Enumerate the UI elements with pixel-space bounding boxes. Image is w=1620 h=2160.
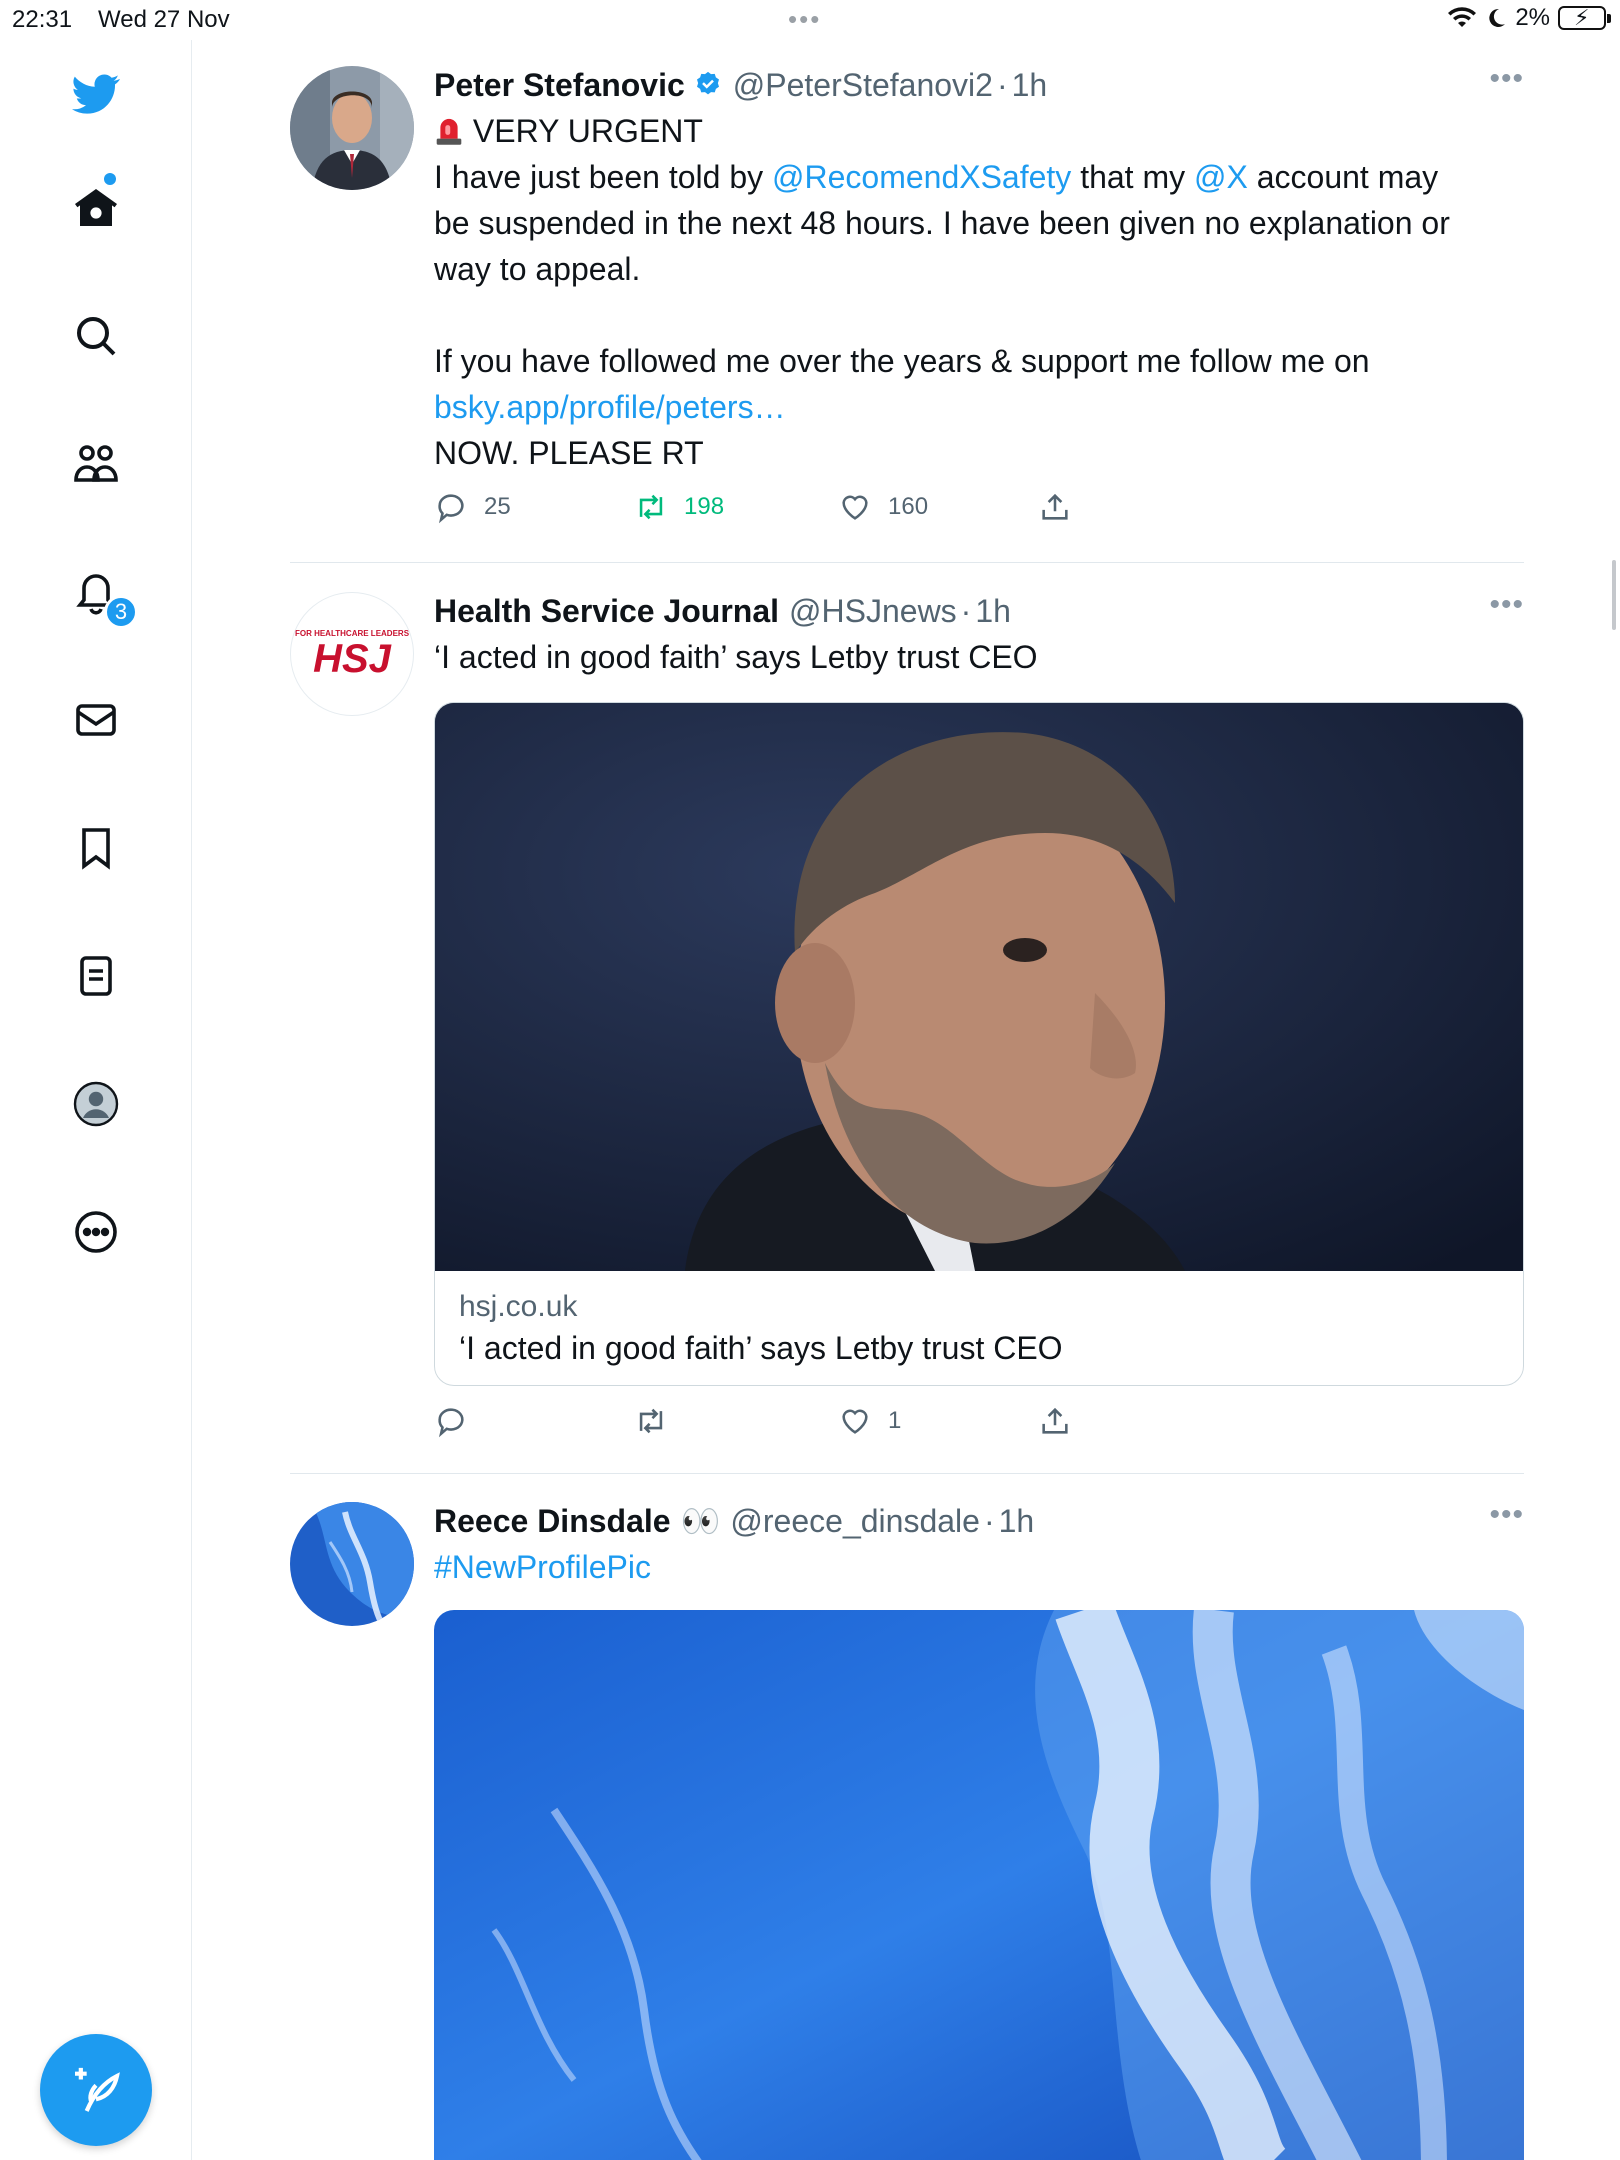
battery-percent: 2% (1515, 4, 1550, 31)
card-title: ‘I acted in good faith’ says Letby trust… (459, 1330, 1063, 1366)
retweet-icon (639, 1408, 663, 1434)
moon-icon (1489, 8, 1506, 27)
tweet-time[interactable]: 1h (1012, 67, 1048, 104)
tweet-line-2-mid: that my (1071, 159, 1194, 195)
search-icon[interactable] (70, 310, 122, 362)
sidebar: 3 (0, 40, 192, 2160)
eyes-emoji: 👀 (680, 1503, 721, 1539)
tweet-text: ‘I acted in good faith’ says Letby trust… (434, 639, 1038, 675)
avatar[interactable] (290, 66, 414, 190)
avatar[interactable]: FOR HEALTHCARE LEADERS HSJ (290, 592, 414, 716)
author-handle[interactable]: @HSJnews (789, 593, 957, 630)
like-button[interactable]: 1 (838, 1404, 901, 1438)
messages-icon[interactable] (70, 694, 122, 746)
tweet-line-4: way to appeal. (434, 251, 641, 287)
divider (290, 562, 1524, 563)
battery-icon: ⚡ (1558, 5, 1611, 30)
author-name[interactable]: Reece Dinsdale (434, 1503, 671, 1540)
reply-button[interactable] (434, 1404, 468, 1438)
like-button[interactable]: 160 (838, 490, 928, 524)
card-meta: hsj.co.uk ‘I acted in good faith’ says L… (435, 1271, 1523, 1385)
author-name[interactable]: Health Service Journal (434, 593, 779, 630)
author-name[interactable]: Peter Stefanovic (434, 67, 685, 104)
card-domain: hsj.co.uk (459, 1290, 578, 1323)
tweet-time[interactable]: 1h (999, 1503, 1035, 1540)
retweet-button[interactable] (634, 1404, 668, 1438)
mention-link[interactable]: @X (1194, 159, 1248, 195)
status-indicators: 2% ⚡ (1447, 4, 1611, 32)
share-button[interactable] (1038, 1404, 1072, 1438)
tweet-time[interactable]: 1h (975, 593, 1011, 630)
retweet-button[interactable]: 198 (634, 490, 724, 524)
share-button[interactable] (1038, 490, 1072, 524)
card-image (435, 703, 1523, 1271)
verified-icon (696, 71, 719, 95)
status-time: 22:31 (12, 6, 73, 33)
avatar[interactable] (290, 1502, 414, 1626)
tweet-header: Peter Stefanovic @PeterStefanovi2 · 1h (434, 66, 1048, 104)
siren-icon (436, 118, 462, 145)
reply-count: 25 (484, 493, 511, 520)
compose-button[interactable] (40, 2034, 152, 2146)
status-date: Wed 27 Nov (98, 6, 230, 33)
twitter-logo-icon[interactable] (70, 68, 122, 120)
scrollbar[interactable] (1612, 560, 1616, 630)
profile-icon[interactable] (70, 1078, 122, 1130)
wifi-icon (1448, 7, 1477, 27)
share-icon (1042, 493, 1068, 520)
lists-icon[interactable] (70, 950, 122, 1002)
external-link[interactable]: bsky.app/profile/peters… (434, 384, 1524, 430)
mention-link[interactable]: @RecomendXSafety (772, 159, 1071, 195)
tweet-reece-dinsdale[interactable]: Reece Dinsdale 👀 @reece_dinsdale · 1h ••… (290, 1498, 1524, 2160)
author-handle[interactable]: @reece_dinsdale (730, 1503, 980, 1540)
tweet-peter-stefanovic[interactable]: Peter Stefanovic @PeterStefanovi2 · 1h •… (290, 62, 1524, 540)
author-handle[interactable]: @PeterStefanovi2 (733, 67, 993, 104)
more-options-icon[interactable]: ••• (1489, 588, 1524, 622)
compose-icon (75, 2067, 120, 2112)
like-count: 1 (888, 1407, 902, 1434)
like-icon (842, 1409, 868, 1434)
tweet-line-5: If you have followed me over the years &… (434, 343, 1370, 379)
bookmarks-icon[interactable] (70, 822, 122, 874)
status-bar: 22:31 Wed 27 Nov ••• 2% ⚡ (0, 0, 1620, 40)
like-icon (842, 495, 868, 520)
hsj-logo: HSJ (313, 637, 391, 681)
retweet-count: 198 (684, 493, 725, 520)
tweet-media-image[interactable] (434, 1610, 1524, 2160)
link-card[interactable]: hsj.co.uk ‘I acted in good faith’ says L… (434, 702, 1524, 1386)
tweet-text: VERY URGENT I have just been told by @Re… (434, 108, 1524, 476)
retweet-icon (639, 494, 663, 520)
tweet-hsj[interactable]: FOR HEALTHCARE LEADERS HSJ Health Servic… (290, 588, 1524, 1468)
tweet-line-1: VERY URGENT (472, 113, 703, 149)
communities-icon[interactable] (70, 438, 122, 490)
tweet-text: #NewProfilePic (434, 1544, 1524, 1590)
divider (290, 1473, 1524, 1474)
tweet-line-2-post: account may (1247, 159, 1439, 195)
tweet-header: Reece Dinsdale 👀 @reece_dinsdale · 1h (434, 1502, 1035, 1540)
tweet-line-2-pre: I have just been told by (434, 159, 772, 195)
tweet-actions: 25 198 160 (434, 490, 1434, 530)
like-count: 160 (888, 493, 929, 520)
notifications-badge: 3 (104, 595, 138, 629)
multitasking-dots-icon[interactable]: ••• (788, 4, 821, 35)
more-options-icon[interactable]: ••• (1489, 1498, 1524, 1532)
more-options-icon[interactable]: ••• (1489, 62, 1524, 96)
tweet-line-3: be suspended in the next 48 hours. I hav… (434, 205, 1450, 241)
home-icon[interactable] (70, 182, 122, 234)
reply-icon (438, 494, 464, 524)
hashtag-link[interactable]: #NewProfilePic (434, 1549, 651, 1585)
tweet-line-6: NOW. PLEASE RT (434, 435, 704, 471)
home-unread-dot (104, 173, 116, 185)
more-icon[interactable] (70, 1206, 122, 1258)
tweet-header: Health Service Journal @HSJnews · 1h (434, 592, 1011, 630)
tweet-actions: 1 (434, 1404, 1434, 1444)
share-icon (1042, 1407, 1068, 1434)
reply-button[interactable]: 25 (434, 490, 511, 524)
reply-icon (438, 1408, 464, 1438)
